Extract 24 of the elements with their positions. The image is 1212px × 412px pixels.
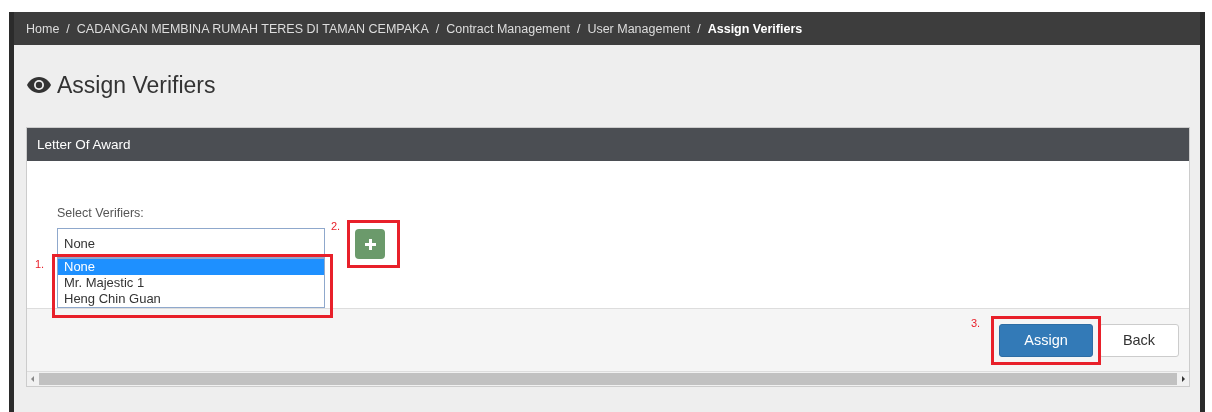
horizontal-scrollbar[interactable] — [27, 371, 1189, 386]
step-number: 3. — [971, 316, 981, 329]
scrollbar-thumb[interactable] — [39, 373, 1177, 385]
current-page-label: Assign Verifiers — [707, 21, 803, 36]
breadcrumb-separator: / — [697, 21, 701, 36]
page-title: Assign Verifiers — [57, 71, 216, 99]
add-button[interactable] — [355, 229, 385, 259]
step-number: 1. — [35, 258, 45, 270]
back-button[interactable]: Back — [1099, 323, 1179, 357]
eye-icon — [27, 77, 51, 93]
breadcrumb-separator: / — [435, 21, 440, 36]
breadcrumb-link[interactable]: Home — [26, 21, 60, 36]
step-number: 2. — [331, 220, 341, 232]
verifier-select[interactable]: None — [57, 228, 325, 258]
assign-button[interactable]: Assign — [999, 323, 1093, 357]
field-label: Select Verifiers: — [57, 206, 145, 220]
breadcrumb-separator: / — [576, 21, 581, 36]
breadcrumb-link[interactable]: User Management — [587, 21, 691, 36]
breadcrumb-link[interactable]: Contract Management — [446, 21, 570, 36]
plus-icon — [364, 238, 376, 250]
breadcrumb-separator: / — [66, 21, 70, 36]
highlight-frame — [347, 220, 400, 268]
panel-title: Letter Of Award — [37, 137, 131, 152]
breadcrumb-link[interactable]: CADANGAN MEMBINA RUMAH TERES DI TAMAN CEMPAKA — [76, 21, 429, 36]
